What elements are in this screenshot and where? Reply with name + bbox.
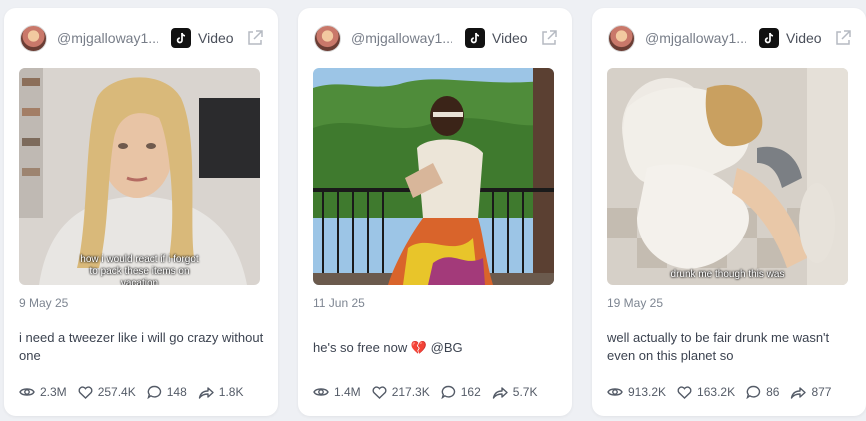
views-count: 2.3M [40, 385, 67, 399]
views-count: 913.2K [628, 385, 667, 399]
thumbnail-caption: how i would react if i forgot to pack th… [80, 254, 199, 285]
video-thumbnail[interactable] [313, 68, 554, 285]
likes-count: 257.4K [97, 385, 136, 399]
shares-count: 1.8K [218, 385, 244, 399]
tiktok-icon [759, 28, 779, 48]
avatar[interactable] [314, 24, 341, 52]
post-header: @mjgalloway1... Video [608, 24, 852, 52]
external-link-icon[interactable] [540, 29, 558, 47]
video-thumbnail[interactable]: drunk me though this was [607, 68, 848, 285]
likes-stat: 163.2K [677, 385, 735, 399]
views-stat: 2.3M [19, 385, 67, 399]
engagement-stats: 913.2K 163.2K 86 877 [607, 383, 858, 401]
likes-count: 163.2K [697, 385, 736, 399]
shares-count: 5.7K [512, 385, 538, 399]
share-icon [791, 386, 807, 399]
comments-count: 86 [766, 385, 780, 399]
post-date: 11 Jun 25 [313, 296, 365, 310]
post-header: @mjgalloway1... Video [20, 24, 264, 52]
heart-icon [677, 385, 692, 399]
post-text: i need a tweezer like i will go crazy wi… [19, 330, 264, 363]
post-date: 9 May 25 [19, 296, 69, 310]
eye-icon [19, 388, 35, 396]
shares-stat: 5.7K [492, 385, 538, 399]
comments-stat: 162 [441, 385, 481, 399]
avatar[interactable] [20, 24, 47, 52]
thumbnail-caption: drunk me though this was [670, 269, 785, 280]
platform-label: Video [198, 30, 234, 46]
video-thumbnail[interactable]: how i would react if i forgot to pack th… [19, 68, 260, 285]
author-handle[interactable]: @mjgalloway1... [351, 30, 452, 46]
comments-stat: 148 [147, 385, 187, 399]
likes-stat: 257.4K [78, 385, 136, 399]
likes-stat: 217.3K [372, 385, 430, 399]
likes-count: 217.3K [391, 385, 430, 399]
comments-stat: 86 [746, 385, 779, 399]
comment-icon [441, 385, 455, 399]
tiktok-icon [171, 28, 191, 48]
views-stat: 913.2K [607, 385, 666, 399]
post-date: 19 May 25 [607, 296, 664, 310]
avatar[interactable] [608, 24, 635, 52]
external-link-icon[interactable] [246, 29, 264, 47]
author-handle[interactable]: @mjgalloway1... [645, 30, 746, 46]
post-text: he's so free now 💔 @BG [313, 340, 463, 355]
tiktok-icon [465, 28, 485, 48]
post-card[interactable]: @mjgalloway1... Video how i would react … [4, 8, 278, 416]
shares-stat: 877 [790, 385, 831, 399]
engagement-stats: 1.4M 217.3K 162 5.7K [313, 383, 564, 401]
platform-label: Video [786, 30, 822, 46]
shares-count: 877 [811, 385, 832, 399]
share-icon [198, 386, 214, 399]
views-stat: 1.4M [313, 385, 361, 399]
platform-label: Video [492, 30, 528, 46]
author-handle[interactable]: @mjgalloway1... [57, 30, 158, 46]
heart-icon [372, 385, 387, 399]
external-link-icon[interactable] [834, 29, 852, 47]
post-header: @mjgalloway1... Video [314, 24, 558, 52]
eye-icon [607, 388, 623, 396]
views-count: 1.4M [334, 385, 361, 399]
share-icon [492, 386, 508, 399]
post-card[interactable]: @mjgalloway1... Video 11 Jun 25 he's so … [298, 8, 572, 416]
eye-icon [313, 388, 329, 396]
heart-icon [78, 385, 93, 399]
comment-icon [147, 385, 161, 399]
comments-count: 162 [460, 385, 481, 399]
post-text: well actually to be fair drunk me wasn't… [607, 330, 830, 363]
engagement-stats: 2.3M 257.4K 148 1.8K [19, 383, 270, 401]
post-card[interactable]: @mjgalloway1... Video drunk me though th [592, 8, 866, 416]
shares-stat: 1.8K [198, 385, 244, 399]
comments-count: 148 [166, 385, 187, 399]
comment-icon [746, 385, 761, 399]
